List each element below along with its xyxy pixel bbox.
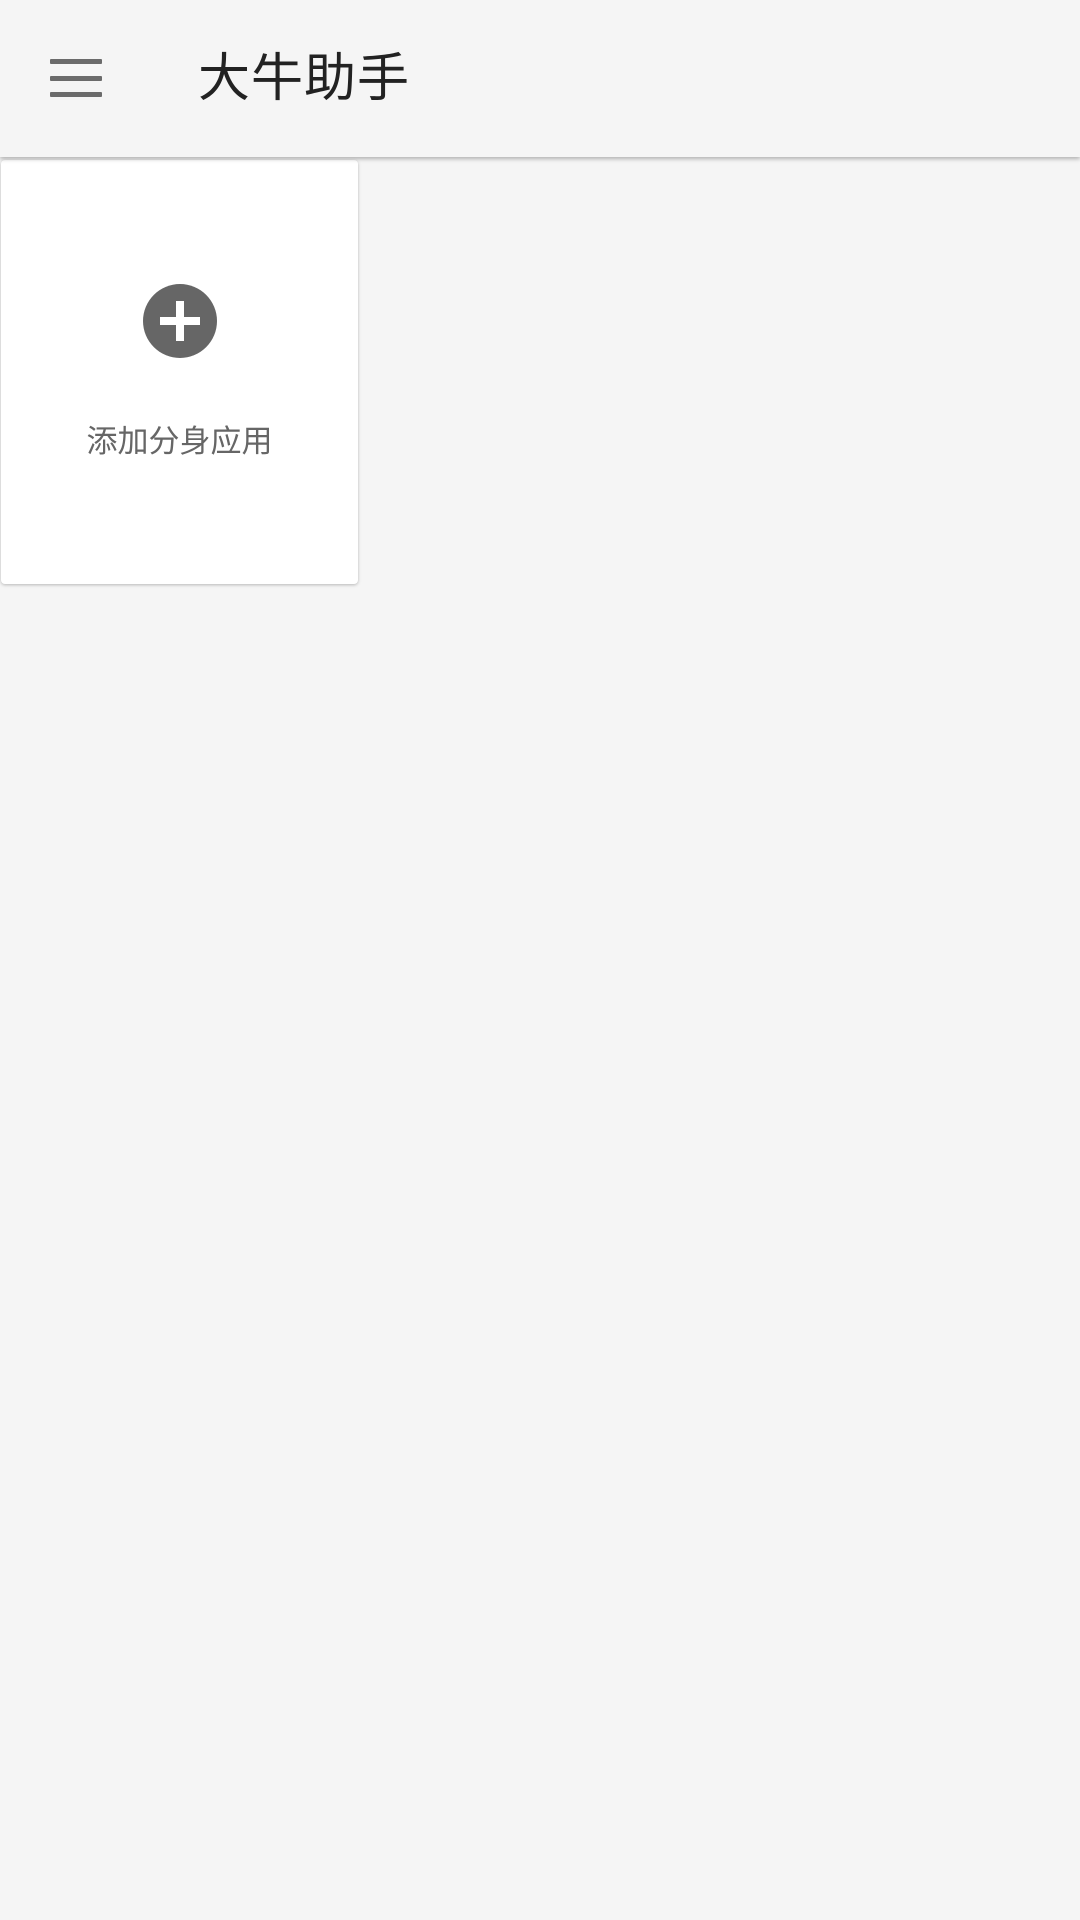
add-circle-icon bbox=[143, 284, 217, 358]
hamburger-menu-icon bbox=[50, 59, 102, 97]
menu-button[interactable] bbox=[26, 28, 126, 128]
add-clone-app-card[interactable]: 添加分身应用 bbox=[1, 160, 358, 584]
app-bar: 大牛助手 bbox=[0, 0, 1080, 157]
app-title: 大牛助手 bbox=[198, 49, 411, 109]
add-clone-app-label: 添加分身应用 bbox=[86, 424, 273, 460]
app-grid: 添加分身应用 bbox=[0, 159, 1080, 1920]
